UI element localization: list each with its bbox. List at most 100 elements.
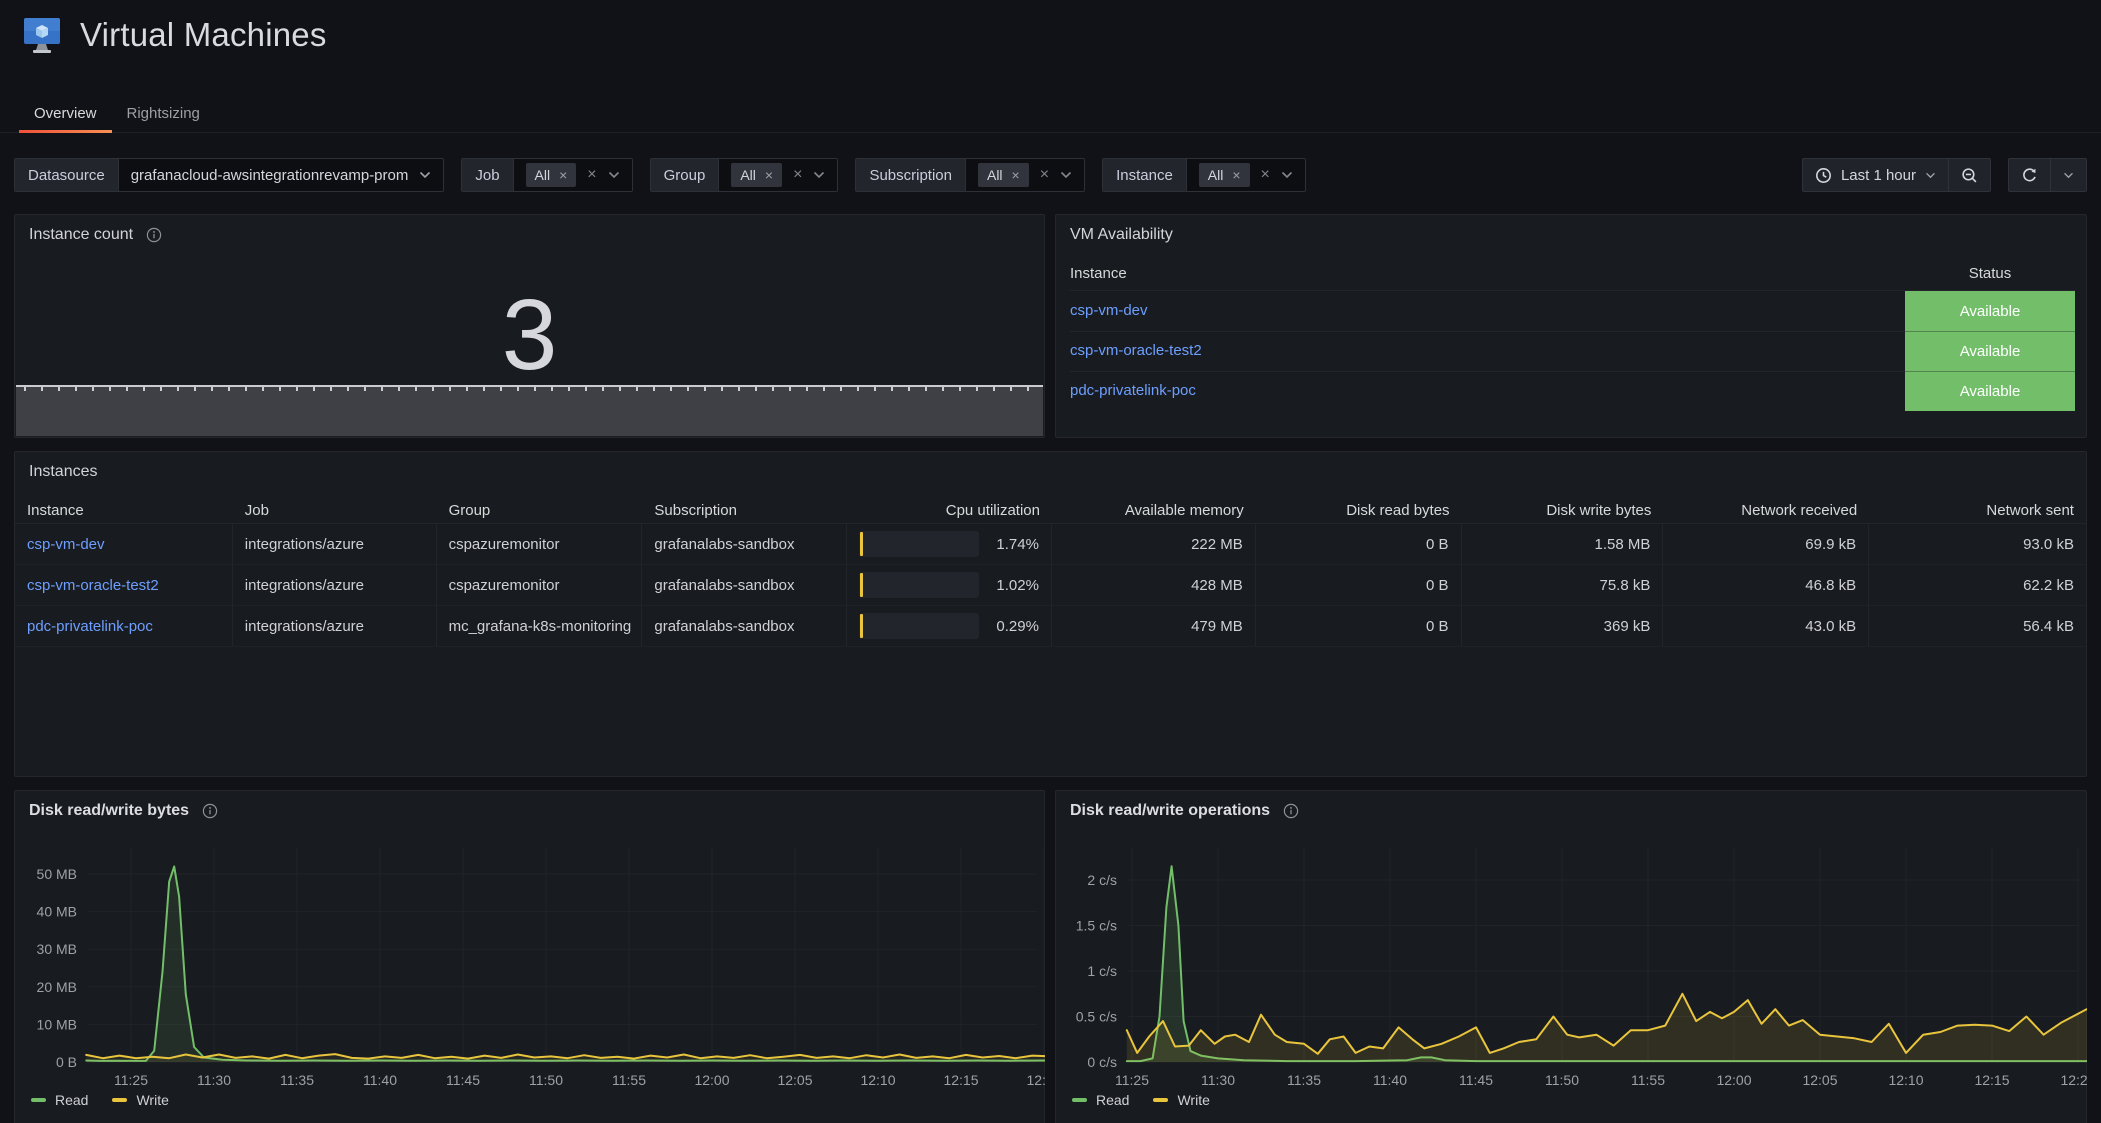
- instance-link[interactable]: csp-vm-dev: [1070, 302, 1148, 319]
- grafana-dashboard: Virtual Machines Overview Rightsizing Da…: [0, 0, 2101, 1123]
- variable-subscription-pill[interactable]: All ×: [978, 163, 1029, 187]
- legend-item-write[interactable]: Write: [112, 1092, 168, 1108]
- column-header-instance[interactable]: Instance: [15, 498, 233, 523]
- svg-text:11:45: 11:45: [1459, 1072, 1493, 1088]
- page-title: Virtual Machines: [80, 16, 327, 54]
- refresh-button[interactable]: [2009, 159, 2050, 191]
- clear-icon[interactable]: ×: [1040, 167, 1049, 183]
- legend-label: Read: [55, 1092, 88, 1108]
- variable-job-value[interactable]: All × ×: [513, 159, 632, 191]
- svg-text:11:35: 11:35: [1287, 1072, 1321, 1088]
- timeseries-chart: 0 c/s0.5 c/s1 c/s1.5 c/s2 c/s11:2511:301…: [1057, 792, 2087, 1123]
- info-icon[interactable]: [1283, 803, 1299, 819]
- legend-item-read[interactable]: Read: [31, 1092, 88, 1108]
- svg-text:20 MB: 20 MB: [37, 979, 77, 995]
- cell-disk_write: 1.58 MB: [1462, 524, 1664, 564]
- instance-link[interactable]: pdc-privatelink-poc: [1070, 382, 1196, 399]
- dashboard-toolbar: Datasource grafanacloud-awsintegrationre…: [14, 158, 2087, 192]
- instance-link[interactable]: csp-vm-oracle-test2: [27, 577, 159, 594]
- table-row: csp-vm-oracle-test2: [1070, 331, 1202, 371]
- svg-text:12:20: 12:20: [1026, 1072, 1045, 1088]
- cpu-gauge: [859, 531, 979, 557]
- info-icon[interactable]: [202, 803, 218, 819]
- column-header-subscription[interactable]: Subscription: [642, 498, 847, 523]
- remove-value-icon[interactable]: ×: [559, 168, 567, 182]
- svg-text:1.5 c/s: 1.5 c/s: [1076, 918, 1117, 934]
- datasource-value[interactable]: grafanacloud-awsintegrationrevamp-prom: [118, 159, 444, 191]
- cpu-gauge: [859, 613, 979, 639]
- cell-group: cspazuremonitor: [437, 524, 643, 564]
- panel-title[interactable]: Instances: [29, 463, 97, 481]
- clear-icon[interactable]: ×: [587, 167, 596, 183]
- cell-subscription: grafanalabs-sandbox: [642, 524, 847, 564]
- chart-legend: Read Write: [1072, 1092, 1210, 1108]
- zoom-out-button[interactable]: [1948, 159, 1990, 191]
- column-header-job[interactable]: Job: [233, 498, 437, 523]
- panel-disk-bytes: Disk read/write bytes 0 B10 MB20 MB30 MB…: [14, 790, 1045, 1123]
- clear-icon[interactable]: ×: [793, 167, 802, 183]
- table-row: csp-vm-oracle-test2integrations/azurecsp…: [15, 565, 2086, 606]
- legend-label: Read: [1096, 1092, 1129, 1108]
- remove-value-icon[interactable]: ×: [1232, 168, 1240, 182]
- variable-instance-value[interactable]: All × ×: [1186, 159, 1305, 191]
- variable-job-pill[interactable]: All ×: [526, 163, 577, 187]
- chevron-down-icon[interactable]: [1060, 171, 1072, 179]
- remove-value-icon[interactable]: ×: [765, 168, 773, 182]
- panel-title[interactable]: VM Availability: [1070, 226, 1173, 244]
- remove-value-icon[interactable]: ×: [1012, 168, 1020, 182]
- refresh-controls: [2008, 158, 2087, 192]
- legend-item-read[interactable]: Read: [1072, 1092, 1129, 1108]
- panel-header: Instance count: [29, 224, 162, 246]
- svg-text:12:00: 12:00: [1716, 1072, 1751, 1088]
- svg-text:11:25: 11:25: [1115, 1072, 1149, 1088]
- cell-memory: 479 MB: [1052, 606, 1256, 646]
- cell-job: integrations/azure: [233, 565, 437, 605]
- cell-disk_read: 0 B: [1256, 524, 1462, 564]
- instance-link[interactable]: pdc-privatelink-poc: [27, 618, 153, 635]
- instance-link[interactable]: csp-vm-dev: [27, 536, 105, 553]
- chevron-down-icon[interactable]: [1281, 171, 1293, 179]
- column-header-instance[interactable]: Instance: [1070, 265, 1127, 282]
- variable-instance-pill[interactable]: All ×: [1199, 163, 1250, 187]
- column-header-group[interactable]: Group: [437, 498, 643, 523]
- instance-link[interactable]: csp-vm-oracle-test2: [1070, 342, 1202, 359]
- variable-instance-selected: All: [1208, 167, 1224, 183]
- time-range-picker[interactable]: Last 1 hour: [1803, 159, 1948, 191]
- variable-group-pill[interactable]: All ×: [731, 163, 782, 187]
- panel-title[interactable]: Disk read/write bytes: [29, 802, 189, 820]
- variable-group-label: Group: [651, 159, 719, 191]
- legend-swatch: [112, 1098, 127, 1102]
- toolbar-right: Last 1 hour: [1802, 158, 2087, 192]
- tab-overview[interactable]: Overview: [19, 95, 112, 132]
- panel-title[interactable]: Disk read/write operations: [1070, 802, 1270, 820]
- column-header-status[interactable]: Status: [1905, 265, 2075, 282]
- cell-net_recv: 69.9 kB: [1663, 524, 1869, 564]
- panel-title[interactable]: Instance count: [29, 226, 133, 244]
- zoom-out-icon: [1961, 167, 1978, 184]
- tab-rightsizing[interactable]: Rightsizing: [112, 95, 215, 132]
- column-header-net_sent[interactable]: Network sent: [1869, 498, 2086, 523]
- refresh-interval-dropdown[interactable]: [2050, 159, 2086, 191]
- chevron-down-icon[interactable]: [608, 171, 620, 179]
- svg-text:11:55: 11:55: [612, 1072, 646, 1088]
- cell-disk_read: 0 B: [1256, 606, 1462, 646]
- column-header-memory[interactable]: Available memory: [1052, 498, 1256, 523]
- legend-item-write[interactable]: Write: [1153, 1092, 1209, 1108]
- column-header-disk_write[interactable]: Disk write bytes: [1462, 498, 1664, 523]
- column-header-disk_read[interactable]: Disk read bytes: [1256, 498, 1462, 523]
- column-header-cpu[interactable]: Cpu utilization: [847, 498, 1052, 523]
- cpu-gauge-bar: [860, 614, 863, 638]
- info-icon[interactable]: [146, 227, 162, 243]
- column-header-net_recv[interactable]: Network received: [1663, 498, 1869, 523]
- chevron-down-icon[interactable]: [813, 171, 825, 179]
- datasource-label: Datasource: [15, 159, 118, 191]
- cell-cpu: 1.02%: [847, 565, 1052, 605]
- cell-disk_write: 75.8 kB: [1462, 565, 1664, 605]
- clear-icon[interactable]: ×: [1261, 167, 1270, 183]
- variable-subscription-value[interactable]: All × ×: [965, 159, 1084, 191]
- status-cell: Available: [1905, 331, 2075, 371]
- chevron-down-icon[interactable]: [419, 171, 431, 179]
- variable-group-value[interactable]: All × ×: [718, 159, 837, 191]
- cell-net_sent: 56.4 kB: [1869, 606, 2086, 646]
- svg-text:12:00: 12:00: [694, 1072, 729, 1088]
